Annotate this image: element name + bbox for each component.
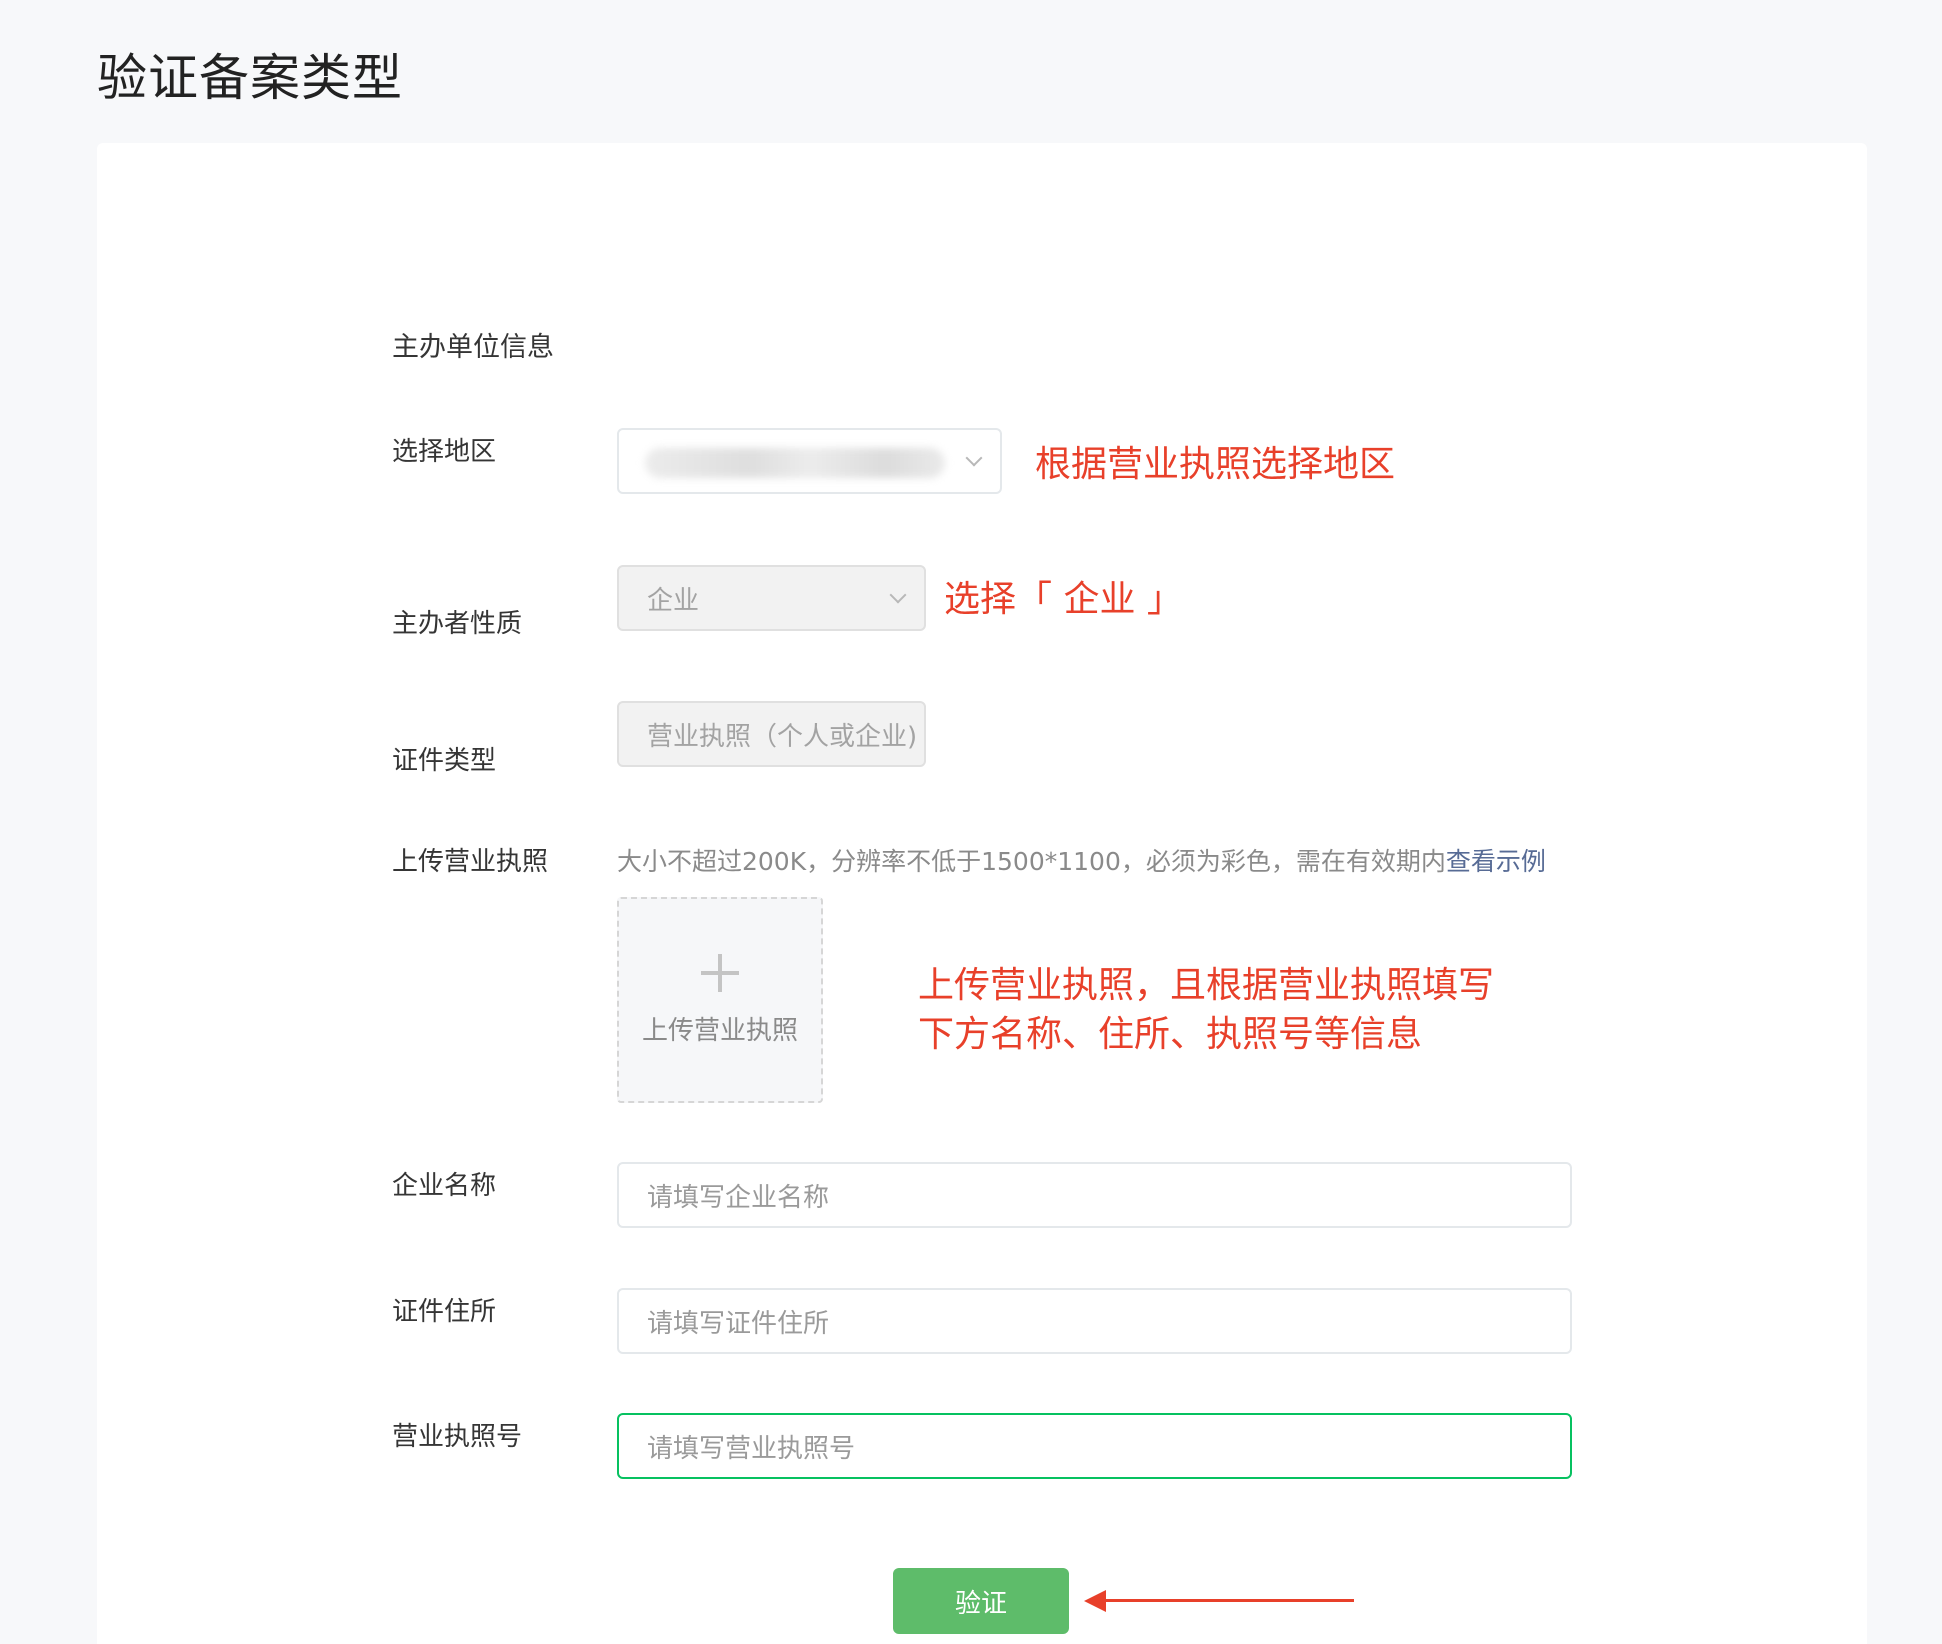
cert-type-field: 营业执照（个人或企业) bbox=[617, 701, 926, 767]
annotation-upload-line2: 下方名称、住所、执照号等信息 bbox=[918, 1014, 1423, 1055]
section-title: 主办单位信息 bbox=[392, 332, 554, 363]
address-placeholder: 请填写证件住所 bbox=[647, 1308, 830, 1339]
upload-label: 上传营业执照 bbox=[392, 847, 549, 877]
page: 验证备案类型 主办单位信息 选择地区 根据营业执照选择地区 主办者性质 企业 选… bbox=[0, 0, 1942, 1644]
page-title: 验证备案类型 bbox=[97, 49, 403, 107]
license-no-placeholder: 请填写营业执照号 bbox=[647, 1433, 856, 1464]
address-input[interactable]: 请填写证件住所 bbox=[617, 1288, 1572, 1354]
license-no-input[interactable]: 请填写营业执照号 bbox=[617, 1413, 1572, 1479]
nature-value: 企业 bbox=[647, 585, 700, 616]
company-name-placeholder: 请填写企业名称 bbox=[647, 1182, 830, 1213]
upload-license-button[interactable]: 上传营业执照 bbox=[617, 897, 823, 1103]
region-select[interactable] bbox=[617, 428, 1002, 494]
company-name-label: 企业名称 bbox=[392, 1171, 497, 1201]
license-no-label: 营业执照号 bbox=[392, 1422, 523, 1452]
nature-label: 主办者性质 bbox=[392, 609, 523, 639]
verify-button[interactable]: 验证 bbox=[893, 1568, 1069, 1634]
address-label: 证件住所 bbox=[392, 1297, 497, 1327]
upload-hint: 大小不超过200K，分辨率不低于1500*1100，必须为彩色，需在有效期内查看… bbox=[617, 842, 1546, 878]
annotation-region: 根据营业执照选择地区 bbox=[1035, 444, 1396, 485]
chevron-down-icon bbox=[889, 586, 907, 604]
annotation-upload-line1: 上传营业执照，且根据营业执照填写 bbox=[918, 965, 1495, 1006]
view-example-link[interactable]: 查看示例 bbox=[1446, 847, 1546, 876]
company-name-input[interactable]: 请填写企业名称 bbox=[617, 1162, 1572, 1228]
form-card: 主办单位信息 选择地区 根据营业执照选择地区 主办者性质 企业 选择「 企业 」… bbox=[97, 143, 1867, 1644]
cert-type-value: 营业执照（个人或企业) bbox=[647, 721, 918, 752]
annotation-nature: 选择「 企业 」 bbox=[944, 579, 1183, 620]
upload-hint-text: 大小不超过200K，分辨率不低于1500*1100，必须为彩色，需在有效期内 bbox=[617, 847, 1446, 876]
annotation-arrow-line bbox=[1102, 1599, 1354, 1602]
cert-type-label: 证件类型 bbox=[392, 746, 497, 776]
nature-select[interactable]: 企业 bbox=[617, 565, 926, 631]
upload-button-text: 上传营业执照 bbox=[641, 1015, 798, 1046]
region-value-blurred bbox=[645, 448, 945, 478]
plus-icon bbox=[701, 953, 739, 992]
region-label: 选择地区 bbox=[392, 437, 497, 467]
chevron-down-icon bbox=[965, 449, 983, 467]
